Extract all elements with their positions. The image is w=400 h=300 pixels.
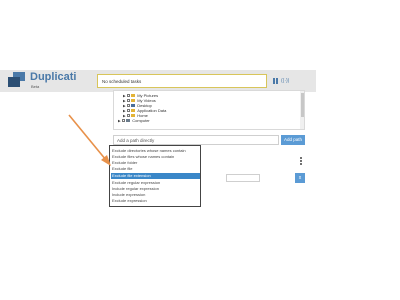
annotation-arrow-icon (68, 114, 111, 166)
